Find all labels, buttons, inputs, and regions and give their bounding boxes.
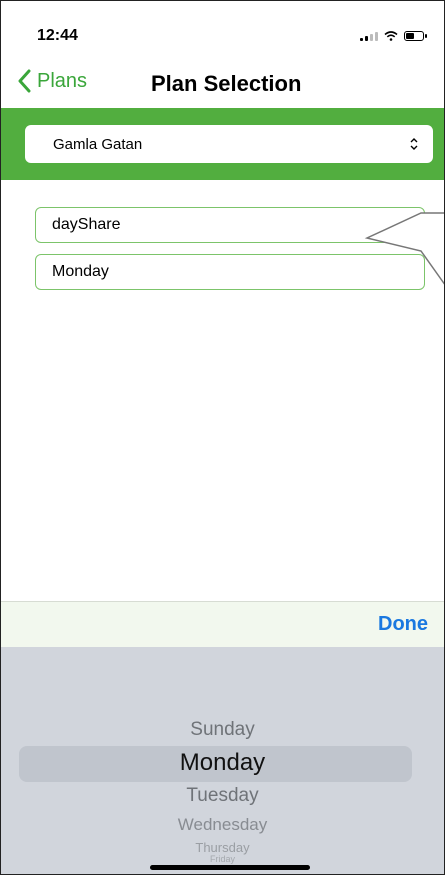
plan-field[interactable]: dayShare	[35, 207, 425, 243]
status-time: 12:44	[37, 27, 78, 44]
day-field-value: Monday	[52, 263, 109, 280]
day-picker[interactable]: Sunday Monday Tuesday Wednesday Thursday…	[1, 647, 444, 874]
wifi-icon	[384, 31, 398, 41]
plan-field-value: dayShare	[52, 216, 121, 233]
picker-option-sunday[interactable]: Sunday	[1, 719, 444, 741]
phone-screen: 12:44 Plans Plan Selection Gamla Gatan d…	[0, 0, 445, 875]
navigation-bar: Plans Plan Selection	[1, 63, 444, 107]
picker-option-monday[interactable]: Monday	[1, 749, 444, 777]
chevron-up-down-icon	[410, 138, 418, 150]
back-label: Plans	[37, 69, 88, 92]
back-button[interactable]: Plans	[17, 69, 87, 93]
status-bar: 12:44	[1, 1, 444, 61]
home-indicator[interactable]	[150, 865, 310, 870]
battery-icon	[404, 31, 427, 41]
status-icons	[360, 31, 427, 41]
day-field[interactable]: Monday	[35, 254, 425, 290]
done-button[interactable]: Done	[378, 613, 428, 636]
picker-option-thursday[interactable]: Thursday	[1, 840, 444, 855]
signal-icon	[360, 31, 378, 41]
picker-option-tuesday[interactable]: Tuesday	[1, 785, 444, 807]
location-select[interactable]: Gamla Gatan	[25, 125, 433, 163]
location-select-value: Gamla Gatan	[53, 135, 143, 153]
location-header: Gamla Gatan	[1, 108, 444, 180]
picker-option-wednesday[interactable]: Wednesday	[1, 815, 444, 835]
page-title: Plan Selection	[151, 71, 302, 96]
picker-option-friday[interactable]: Friday	[1, 854, 444, 864]
chevron-left-icon	[18, 69, 31, 93]
picker-toolbar: Done	[1, 601, 444, 648]
